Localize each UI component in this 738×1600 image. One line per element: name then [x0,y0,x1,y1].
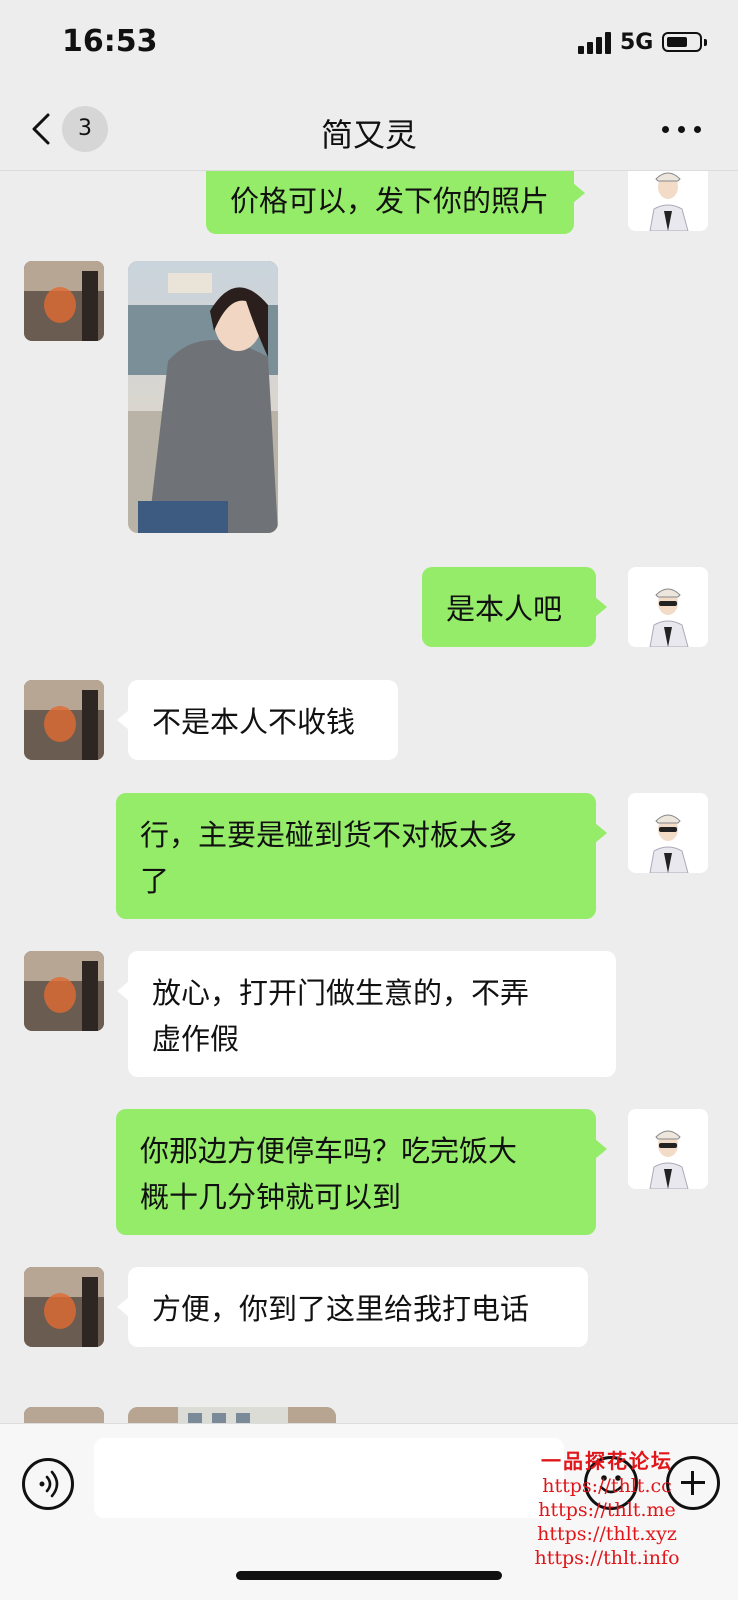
message-bubble[interactable]: 行，主要是碰到货不对板太多 了 [116,793,596,919]
plus-icon[interactable] [666,1456,720,1510]
message-line: 虚作假 [152,1022,240,1056]
my-avatar[interactable] [628,793,708,873]
contact-avatar[interactable] [24,951,104,1031]
shared-photo[interactable] [128,1407,336,1423]
message-line: 行，主要是碰到货不对板太多 [140,818,518,852]
status-time: 16:53 [62,24,158,59]
contact-avatar[interactable] [24,261,104,341]
contact-avatar[interactable] [24,1267,104,1347]
status-bar: 16:53 5G [0,0,738,88]
message-bubble[interactable]: 方便，你到了这里给我打电话 [128,1267,588,1347]
message-bubble[interactable]: 价格可以，发下你的照片 [206,171,574,234]
battery-icon [662,32,707,52]
message-list[interactable]: 价格可以，发下你的照片 是本人吧 不是本人不收钱 行，主要是碰到货不对板太多 了… [0,171,738,1423]
chat-header: 3 简又灵 [0,88,738,171]
message-line: 放心，打开门做生意的，不弄 [152,976,530,1010]
wechat-chat-screen: 16:53 5G 3 简又灵 价格可以，发下你的照片 是本人吧 不是本人不收钱 … [0,0,738,1600]
message-line: 了 [140,864,170,898]
my-avatar[interactable] [628,567,708,647]
message-bubble[interactable]: 你那边方便停车吗？吃完饭大 概十几分钟就可以到 [116,1109,596,1235]
message-input[interactable] [94,1438,564,1518]
message-line: 你那边方便停车吗？吃完饭大 [140,1134,518,1168]
emoji-icon[interactable] [584,1456,638,1510]
unread-count-badge[interactable]: 3 [62,106,108,152]
message-bubble[interactable]: 放心，打开门做生意的，不弄 虚作假 [128,951,616,1077]
message-bubble[interactable]: 是本人吧 [422,567,596,647]
contact-avatar[interactable] [24,680,104,760]
contact-avatar[interactable] [24,1407,104,1423]
message-bubble[interactable]: 不是本人不收钱 [128,680,398,760]
signal-bars-icon [578,32,612,54]
shared-photo[interactable] [128,261,278,533]
message-line: 概十几分钟就可以到 [140,1180,402,1214]
my-avatar[interactable] [628,1109,708,1189]
chat-title: 简又灵 [320,116,417,154]
chevron-left-icon[interactable] [28,112,58,146]
my-avatar[interactable] [628,171,708,231]
home-indicator[interactable] [236,1571,502,1580]
more-dots-icon[interactable] [660,118,704,140]
network-type: 5G [620,30,654,55]
voice-icon[interactable] [22,1458,74,1510]
